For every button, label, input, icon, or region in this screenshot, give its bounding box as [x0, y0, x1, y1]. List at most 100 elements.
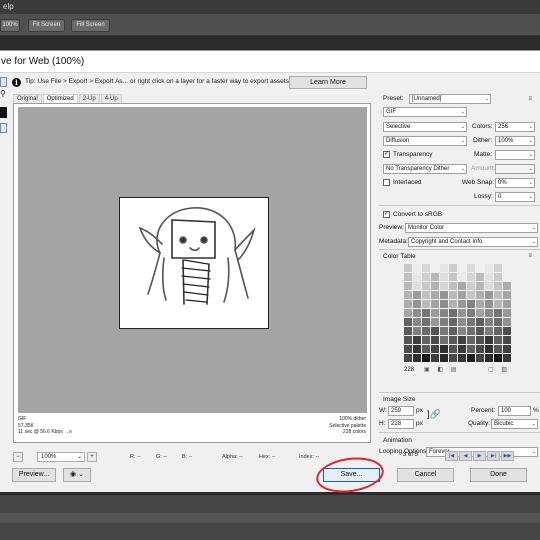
color-swatch[interactable] — [485, 345, 493, 353]
color-swatch[interactable] — [485, 300, 493, 308]
info-download-time[interactable]: 11 sec @ 56.6 Kbps →≡ — [18, 429, 72, 436]
tab-2-up[interactable]: 2-Up — [78, 94, 100, 103]
color-swatch[interactable] — [404, 327, 412, 335]
color-swatch[interactable] — [440, 345, 448, 353]
color-swatch[interactable] — [458, 354, 466, 362]
color-swatch[interactable] — [494, 264, 502, 272]
convert-srgb-checkbox[interactable]: ✓ — [383, 211, 390, 218]
tab-4-up[interactable]: 4-Up — [100, 94, 122, 103]
color-table-menu-icon[interactable]: ≡ — [528, 253, 532, 259]
preview-button[interactable]: Preview... — [12, 468, 56, 482]
map-color-icon[interactable]: ▣ — [424, 367, 430, 373]
color-swatch[interactable] — [449, 264, 457, 272]
preview-color-select[interactable]: Monitor Color ⌄ — [405, 223, 538, 233]
color-swatch[interactable] — [431, 291, 439, 299]
color-swatch[interactable] — [404, 345, 412, 353]
color-swatch[interactable] — [458, 318, 466, 326]
percent-field[interactable]: 100 — [498, 406, 531, 416]
color-swatch[interactable] — [431, 282, 439, 290]
color-swatch[interactable] — [485, 327, 493, 335]
color-swatch[interactable] — [422, 309, 430, 317]
next-frame-icon[interactable]: ▶| — [487, 451, 500, 461]
color-swatch[interactable] — [449, 282, 457, 290]
dither-amount-select[interactable]: 100% ⌄ — [495, 136, 535, 146]
color-swatch[interactable] — [413, 318, 421, 326]
color-swatch[interactable] — [494, 282, 502, 290]
zoom-level-select[interactable]: 100% ⌄ — [37, 452, 85, 462]
color-swatch[interactable] — [458, 309, 466, 317]
width-field[interactable]: 259 — [388, 406, 414, 416]
color-swatch[interactable] — [476, 300, 484, 308]
color-swatch[interactable] — [467, 273, 475, 281]
color-swatch[interactable] — [449, 354, 457, 362]
color-swatch[interactable] — [413, 300, 421, 308]
color-swatch[interactable] — [503, 345, 511, 353]
color-swatch[interactable] — [440, 318, 448, 326]
color-swatch[interactable] — [440, 282, 448, 290]
color-reduction-select[interactable]: Selective ⌄ — [383, 122, 467, 132]
zoom-out-button[interactable]: − — [13, 452, 23, 462]
color-swatch[interactable] — [494, 354, 502, 362]
first-frame-icon[interactable]: |◀ — [445, 451, 458, 461]
tab-optimized[interactable]: Optimized — [42, 94, 78, 103]
colors-select[interactable]: 256 ⌄ — [495, 122, 535, 132]
color-swatch[interactable] — [476, 264, 484, 272]
color-swatch[interactable] — [422, 354, 430, 362]
color-swatch[interactable] — [503, 300, 511, 308]
preview-canvas[interactable] — [18, 107, 367, 413]
color-swatch[interactable] — [458, 273, 466, 281]
color-swatch[interactable] — [476, 327, 484, 335]
color-swatch[interactable] — [404, 354, 412, 362]
color-swatch[interactable] — [413, 327, 421, 335]
color-swatch[interactable] — [431, 318, 439, 326]
color-swatch[interactable] — [503, 264, 511, 272]
color-swatch[interactable] — [485, 354, 493, 362]
color-swatch[interactable] — [440, 273, 448, 281]
quality-select[interactable]: Bicubic ⌄ — [491, 419, 538, 429]
fill-screen-button[interactable]: Fill Screen — [71, 19, 110, 32]
color-swatch[interactable] — [422, 318, 430, 326]
color-swatch[interactable] — [503, 354, 511, 362]
zoom-tool-icon[interactable]: ⚲ — [0, 89, 7, 99]
learn-more-button[interactable]: Learn More — [289, 76, 367, 89]
color-swatch[interactable] — [422, 345, 430, 353]
color-swatch[interactable] — [440, 264, 448, 272]
color-swatch[interactable] — [413, 336, 421, 344]
eyedropper-color-swatch[interactable] — [0, 107, 7, 118]
color-swatch[interactable] — [404, 282, 412, 290]
browser-preview-button[interactable]: ◉ ⌄ — [63, 468, 91, 482]
color-swatch[interactable] — [404, 291, 412, 299]
color-swatch[interactable] — [503, 309, 511, 317]
color-swatch[interactable] — [494, 327, 502, 335]
color-swatch[interactable] — [476, 291, 484, 299]
color-swatch[interactable] — [494, 318, 502, 326]
color-swatch[interactable] — [476, 282, 484, 290]
color-swatch[interactable] — [485, 291, 493, 299]
color-swatch[interactable] — [404, 264, 412, 272]
color-swatch[interactable] — [467, 345, 475, 353]
lock-color-icon[interactable]: ▤ — [451, 367, 457, 373]
color-swatch[interactable] — [413, 345, 421, 353]
tab-original[interactable]: Original — [13, 94, 42, 103]
transparency-checkbox[interactable]: ✓ — [383, 151, 390, 158]
color-swatch[interactable] — [404, 336, 412, 344]
slice-visibility-icon[interactable] — [0, 123, 7, 133]
color-swatch[interactable] — [467, 318, 475, 326]
color-table-grid[interactable] — [404, 264, 511, 363]
color-swatch[interactable] — [413, 291, 421, 299]
color-swatch[interactable] — [422, 300, 430, 308]
color-swatch[interactable] — [485, 264, 493, 272]
menu-help[interactable]: elp — [3, 2, 14, 11]
color-swatch[interactable] — [458, 264, 466, 272]
cancel-button[interactable]: Cancel — [397, 468, 454, 482]
color-swatch[interactable] — [422, 273, 430, 281]
color-swatch[interactable] — [431, 273, 439, 281]
transparency-dither-select[interactable]: No Transparency Dither ⌄ — [383, 164, 467, 174]
color-swatch[interactable] — [422, 291, 430, 299]
color-swatch[interactable] — [503, 273, 511, 281]
dither-algorithm-select[interactable]: Diffusion ⌄ — [383, 136, 467, 146]
color-swatch[interactable] — [440, 327, 448, 335]
color-swatch[interactable] — [422, 264, 430, 272]
delete-color-icon[interactable]: ▥ — [501, 367, 507, 373]
color-swatch[interactable] — [485, 318, 493, 326]
